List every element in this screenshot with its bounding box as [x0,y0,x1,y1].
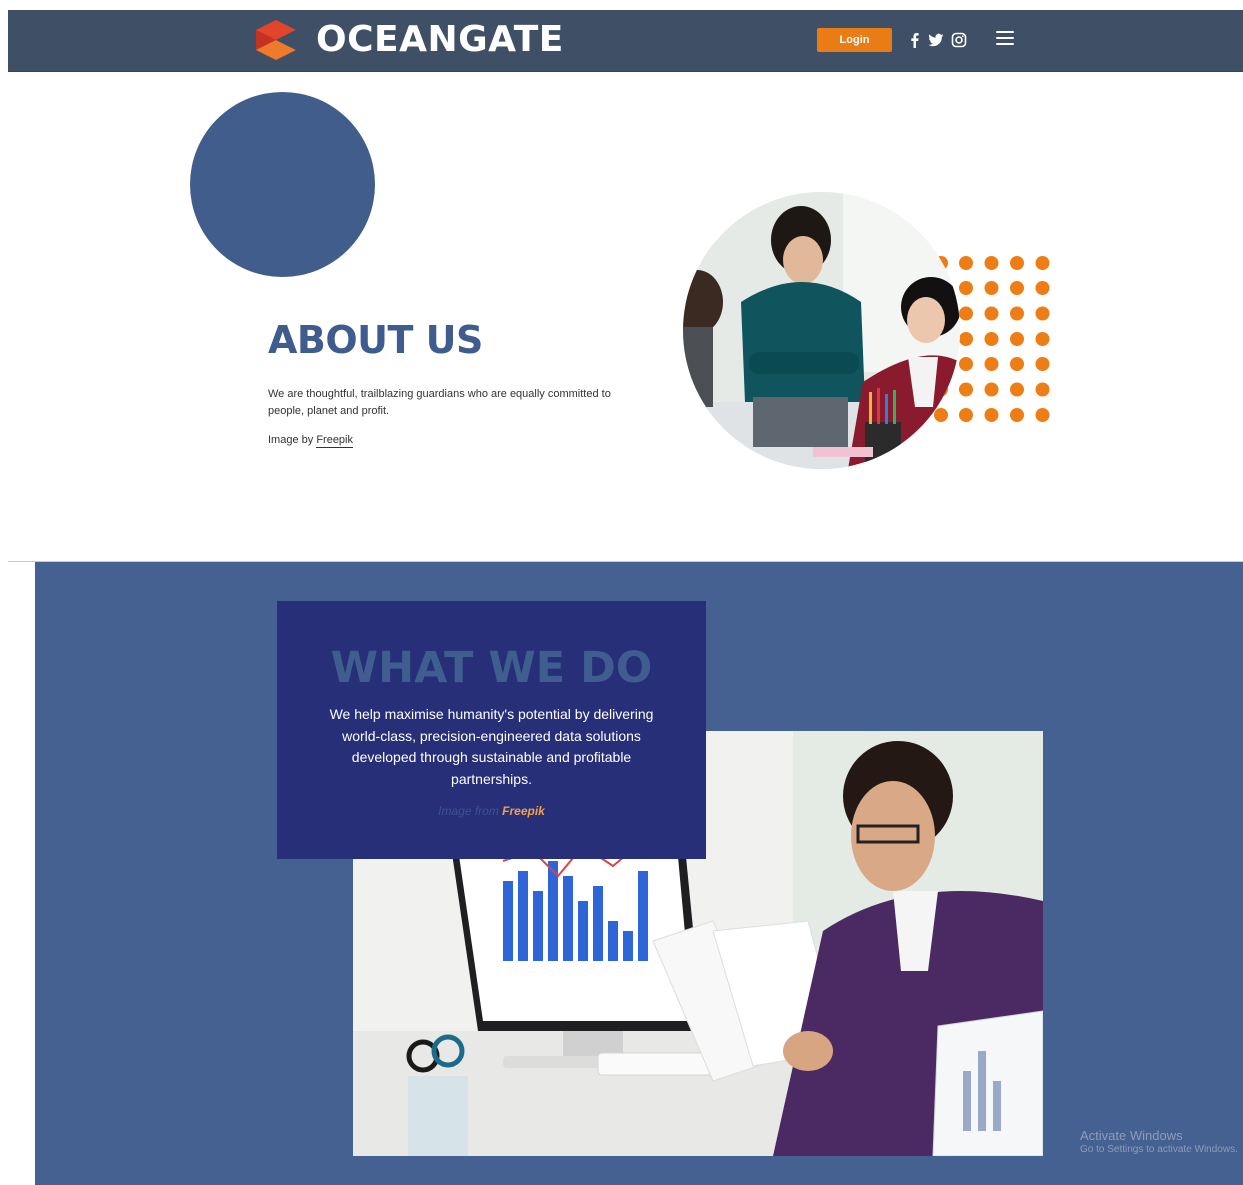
what-we-do-title: WHAT WE DO [330,643,653,693]
credit-prefix: Image from [438,804,499,818]
activate-windows-title: Activate Windows [1080,1128,1183,1143]
about-image-credit: Image by Freepik [268,434,353,448]
twitter-icon[interactable] [928,32,944,48]
facebook-icon[interactable] [907,32,923,48]
site-header: OCEANGATE Login [8,10,1243,72]
activate-windows-watermark: Activate Windows Go to Settings to activ… [1080,1128,1238,1157]
credit-prefix: Image by [268,434,314,446]
hamburger-menu-icon[interactable] [996,31,1014,47]
oceangate-logo-icon[interactable] [254,18,298,62]
instagram-icon[interactable] [951,32,967,48]
what-we-do-section: WHAT WE DO We help maximise humanity's p… [35,562,1243,1185]
brand-name[interactable]: OCEANGATE [316,20,564,60]
freepik-link[interactable]: Freepik [502,804,545,818]
what-we-do-card: WHAT WE DO We help maximise humanity's p… [277,601,706,859]
activate-windows-subtitle: Go to Settings to activate Windows. [1080,1144,1238,1155]
team-photo-illustration [683,192,960,469]
decorative-blue-circle [190,92,375,277]
team-photo-circle [683,192,960,469]
what-we-do-image-credit: Image from Freepik [277,804,706,818]
freepik-link[interactable]: Freepik [316,434,353,448]
about-title: ABOUT US [268,318,483,362]
what-we-do-description: We help maximise humanity's potential by… [329,706,654,787]
login-button[interactable]: Login [817,28,892,52]
about-description: We are thoughtful, trailblazing guardian… [268,388,611,417]
